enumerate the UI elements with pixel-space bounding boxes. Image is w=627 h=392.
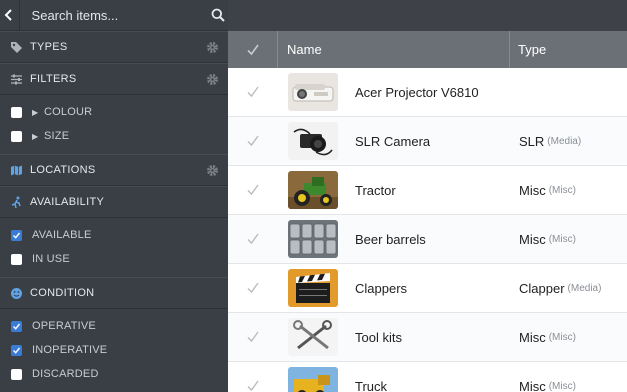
item-type: Misc (Misc) — [519, 378, 576, 392]
checkbox-checked[interactable] — [11, 229, 22, 241]
table-body: Acer Projector V6810 SLR Camera SLR (Medi… — [228, 68, 627, 392]
item-name[interactable]: Truck — [355, 379, 387, 392]
smile-icon — [9, 286, 23, 300]
item-name[interactable]: Tool kits — [355, 330, 402, 345]
section-title: LOCATIONS — [30, 164, 96, 176]
item-type: Misc (Misc) — [519, 182, 576, 198]
tag-icon — [9, 40, 23, 54]
table-row[interactable]: SLR Camera SLR (Media) — [228, 117, 627, 166]
table-row[interactable]: Clappers Clapper (Media) — [228, 264, 627, 313]
filter-size[interactable]: ▶ SIZE — [0, 124, 228, 148]
check-icon — [247, 233, 259, 245]
filter-in-use[interactable]: IN USE — [0, 247, 228, 271]
checkbox[interactable] — [11, 253, 22, 265]
checkbox[interactable] — [11, 130, 22, 142]
table-row[interactable]: Truck Misc (Misc) — [228, 362, 627, 392]
check-icon — [247, 135, 259, 147]
table-row[interactable]: Acer Projector V6810 — [228, 68, 627, 117]
running-person-icon — [9, 195, 23, 209]
caret-right-icon[interactable]: ▶ — [32, 132, 38, 141]
table-row[interactable]: Tool kits Misc (Misc) — [228, 313, 627, 362]
items-table: Name Type Acer Projector V6810 SLR Camer… — [228, 31, 627, 392]
table-header: Name Type — [228, 31, 627, 68]
check-icon — [247, 380, 259, 392]
caret-right-icon[interactable]: ▶ — [32, 108, 38, 117]
barrels-thumbnail — [288, 220, 338, 258]
row-checkmark[interactable] — [228, 264, 278, 312]
clapper-thumbnail — [288, 269, 338, 307]
gear-icon[interactable] — [206, 73, 219, 86]
item-name[interactable]: Acer Projector V6810 — [355, 85, 479, 100]
gear-icon[interactable] — [206, 164, 219, 177]
row-checkmark[interactable] — [228, 362, 278, 392]
section-condition[interactable]: CONDITION — [0, 277, 228, 309]
section-title: AVAILABILITY — [30, 196, 105, 208]
back-button[interactable] — [0, 0, 20, 31]
filter-available[interactable]: AVAILABLE — [0, 223, 228, 247]
filter-sidebar: TYPES FILTERS ▶ COLOUR ▶ SIZE LOCATIONS … — [0, 0, 228, 392]
item-type: SLR (Media) — [519, 133, 582, 149]
section-title: CONDITION — [30, 287, 95, 299]
row-checkmark[interactable] — [228, 313, 278, 361]
checkbox[interactable] — [11, 368, 22, 380]
search-input[interactable] — [19, 0, 208, 31]
item-name[interactable]: SLR Camera — [355, 134, 430, 149]
section-title: FILTERS — [30, 73, 77, 85]
sliders-icon — [9, 72, 23, 86]
row-checkmark[interactable] — [228, 215, 278, 263]
item-type: Misc (Misc) — [519, 231, 576, 247]
search-bar — [0, 0, 228, 31]
projector-thumbnail — [288, 73, 338, 111]
section-locations[interactable]: LOCATIONS — [0, 154, 228, 186]
tractor-thumbnail — [288, 171, 338, 209]
gear-icon[interactable] — [206, 41, 219, 54]
section-types[interactable]: TYPES — [0, 31, 228, 63]
item-type: Misc (Misc) — [519, 329, 576, 345]
checkbox-checked[interactable] — [11, 320, 22, 332]
filter-operative[interactable]: OPERATIVE — [0, 314, 228, 338]
row-checkmark[interactable] — [228, 117, 278, 165]
row-checkmark[interactable] — [228, 68, 278, 116]
item-name[interactable]: Beer barrels — [355, 232, 426, 247]
checkbox[interactable] — [11, 106, 22, 118]
item-name[interactable]: Clappers — [355, 281, 407, 296]
table-row[interactable]: Beer barrels Misc (Misc) — [228, 215, 627, 264]
column-header-name[interactable]: Name — [278, 31, 510, 68]
availability-options: AVAILABLE IN USE — [0, 218, 228, 277]
tools-thumbnail — [288, 318, 338, 356]
table-row[interactable]: Tractor Misc (Misc) — [228, 166, 627, 215]
item-type: Clapper (Media) — [519, 280, 602, 296]
select-all-checkmark[interactable] — [228, 31, 278, 68]
check-icon — [246, 44, 259, 55]
check-icon — [247, 86, 259, 98]
item-type — [510, 68, 627, 116]
search-icon — [211, 8, 225, 22]
truck-thumbnail — [288, 367, 338, 392]
filter-colour[interactable]: ▶ COLOUR — [0, 100, 228, 124]
check-icon — [247, 184, 259, 196]
condition-options: OPERATIVE INOPERATIVE DISCARDED — [0, 309, 228, 392]
filter-inoperative[interactable]: INOPERATIVE — [0, 338, 228, 362]
top-bar — [228, 0, 627, 31]
chevron-left-icon — [4, 9, 12, 21]
section-title: TYPES — [30, 41, 68, 53]
section-availability[interactable]: AVAILABILITY — [0, 186, 228, 218]
check-icon — [247, 282, 259, 294]
section-filters[interactable]: FILTERS — [0, 63, 228, 95]
checkbox-checked[interactable] — [11, 344, 22, 356]
check-icon — [247, 331, 259, 343]
row-checkmark[interactable] — [228, 166, 278, 214]
map-icon — [9, 163, 23, 177]
search-button[interactable] — [208, 0, 228, 31]
item-name[interactable]: Tractor — [355, 183, 396, 198]
camera-thumbnail — [288, 122, 338, 160]
filters-options: ▶ COLOUR ▶ SIZE — [0, 95, 228, 154]
column-header-type[interactable]: Type — [510, 31, 627, 68]
filter-discarded[interactable]: DISCARDED — [0, 362, 228, 386]
